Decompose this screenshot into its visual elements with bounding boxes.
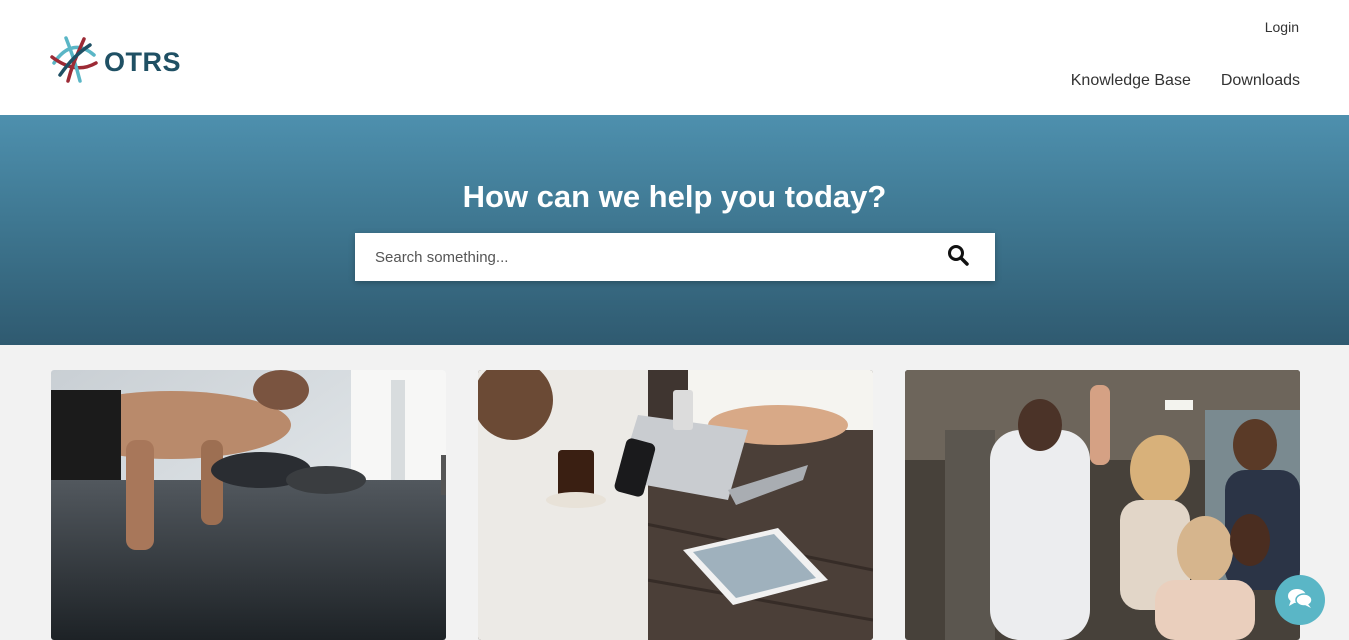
card-grid [51, 370, 1300, 640]
card-cafe[interactable] [478, 370, 873, 640]
hero-banner: How can we help you today? [0, 115, 1349, 345]
card-fitness[interactable] [51, 370, 446, 640]
cafe-laptop-phone-photo [478, 370, 873, 640]
main-nav: Knowledge Base Downloads [1071, 72, 1300, 90]
team-high-five-office-photo [905, 370, 1300, 640]
chat-bubbles-icon [1287, 587, 1313, 614]
search-input[interactable] [355, 233, 921, 281]
search-bar [355, 233, 995, 281]
site-header: OTRS Login Knowledge Base Downloads [0, 0, 1349, 115]
chat-button[interactable] [1275, 575, 1325, 625]
hero-title: How can we help you today? [462, 179, 887, 214]
logo[interactable]: OTRS [50, 35, 181, 90]
nav-knowledge-base[interactable]: Knowledge Base [1071, 72, 1191, 90]
login-link[interactable]: Login [1265, 19, 1299, 35]
card-team[interactable] [905, 370, 1300, 640]
people-doing-pushups-photo [51, 370, 446, 640]
nav-downloads[interactable]: Downloads [1221, 72, 1300, 90]
otrs-logo-icon [50, 35, 98, 90]
search-icon [947, 244, 969, 271]
search-button[interactable] [921, 233, 995, 281]
logo-text: OTRS [104, 47, 182, 77]
